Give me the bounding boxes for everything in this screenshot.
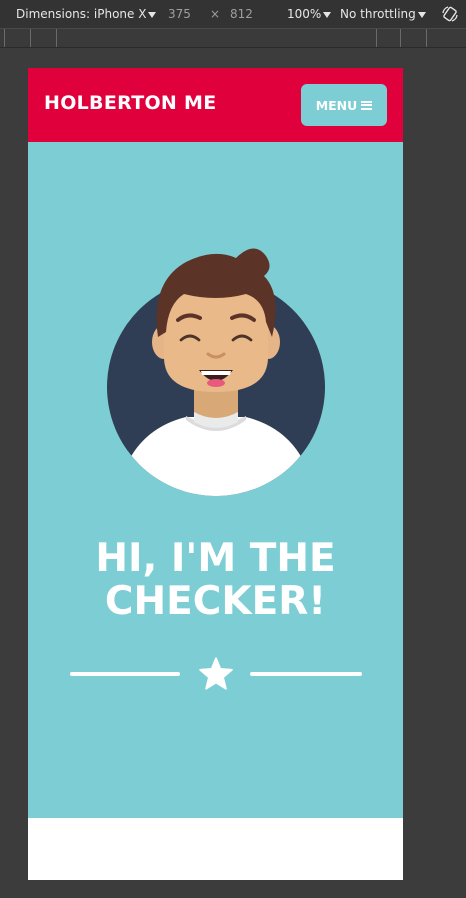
- ruler-tick: [376, 29, 377, 47]
- site-header: HOLBERTON ME MENU: [28, 68, 403, 142]
- device-label: Dimensions: iPhone X: [16, 7, 147, 21]
- brand-logo[interactable]: HOLBERTON ME: [44, 92, 217, 114]
- media-query-ruler[interactable]: [0, 29, 466, 48]
- hero-title-line-2: CHECKER!: [104, 579, 327, 624]
- divider-right: [250, 672, 362, 676]
- menu-button[interactable]: MENU: [301, 84, 387, 126]
- device-toolbar: Dimensions: iPhone X 375 × 812 100% No t…: [0, 0, 466, 29]
- rotate-device-icon[interactable]: [441, 5, 459, 23]
- chevron-down-icon: [323, 11, 332, 18]
- zoom-select[interactable]: 100%: [287, 7, 332, 21]
- menu-label: MENU: [315, 97, 358, 113]
- dimension-separator: ×: [210, 7, 221, 21]
- throttling-value: No throttling: [340, 7, 416, 21]
- avatar-illustration: [107, 248, 325, 496]
- hero-section: HI, I'M THE CHECKER!: [28, 142, 403, 818]
- zoom-value: 100%: [287, 7, 322, 21]
- device-viewport: HOLBERTON ME MENU HI, I'M THE CHECKER!: [28, 68, 403, 880]
- chevron-down-icon: [148, 11, 157, 18]
- throttling-select[interactable]: No throttling: [340, 7, 426, 21]
- ruler-tick: [4, 29, 5, 47]
- width-input[interactable]: 375: [168, 7, 191, 21]
- hamburger-icon: [361, 100, 373, 110]
- ruler-tick: [400, 29, 401, 47]
- height-input[interactable]: 812: [230, 7, 253, 21]
- next-section: [28, 818, 403, 880]
- hero-title-line-1: HI, I'M THE: [95, 536, 336, 581]
- ruler-tick: [426, 29, 427, 47]
- ruler-tick: [30, 29, 31, 47]
- star-icon: [199, 657, 233, 690]
- hero-title: HI, I'M THE CHECKER!: [28, 537, 403, 623]
- ruler-tick: [56, 29, 57, 47]
- device-select[interactable]: Dimensions: iPhone X: [16, 7, 157, 21]
- divider-left: [70, 672, 180, 676]
- chevron-down-icon: [417, 11, 426, 18]
